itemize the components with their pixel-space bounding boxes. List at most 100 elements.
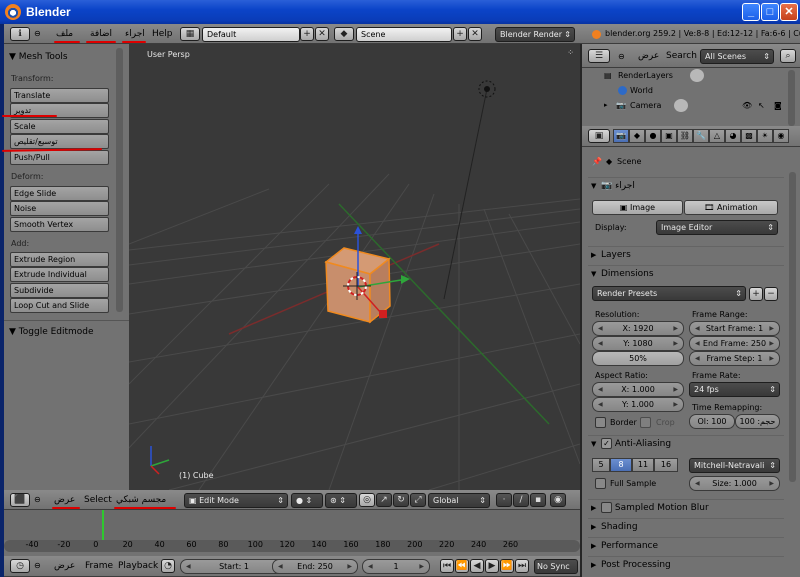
resolution-percentage-slider[interactable]: 50% — [592, 351, 684, 366]
render-presets-select[interactable]: Render Presets ⇕ — [592, 286, 746, 301]
prev-keyframe-icon[interactable]: ⏪ — [455, 559, 469, 573]
shrink-fatten-button[interactable]: توسيع/تقليص — [10, 134, 109, 149]
aa-samples-16[interactable]: 16 — [654, 458, 678, 472]
light-lamp[interactable] — [478, 80, 496, 98]
texture-tab-icon[interactable]: ▩ — [741, 129, 757, 143]
panel-layers[interactable]: ▶ Layers — [588, 246, 784, 263]
remove-preset-icon[interactable]: − — [764, 287, 778, 301]
current-frame-field[interactable]: ◀ 1 ▶ — [362, 559, 430, 574]
translate-manipulator-icon[interactable]: ↗ — [376, 493, 392, 507]
outliner-scrollbar[interactable] — [788, 70, 795, 126]
physics-tab-icon[interactable]: ◉ — [773, 129, 789, 143]
editor-type-icon[interactable]: ℹ — [10, 27, 30, 41]
menu-render[interactable]: اجراء — [125, 29, 145, 39]
editor-type-icon[interactable]: ⬛ — [10, 493, 30, 507]
collapse-menu-icon[interactable]: ⊖ — [34, 495, 41, 504]
collapse-menu-icon[interactable]: ⊖ — [618, 52, 625, 61]
preview-range-icon[interactable]: ◔ — [161, 559, 175, 573]
visibility-eye-icon[interactable]: 👁 — [742, 98, 752, 113]
remap-new-field[interactable]: حجم: 100 — [735, 414, 780, 429]
rotate-manipulator-icon[interactable]: ↻ — [393, 493, 409, 507]
panel-mesh-tools[interactable]: ▼ Mesh Tools — [9, 52, 68, 62]
manipulator-toggle-icon[interactable]: ◎ — [359, 493, 375, 507]
expand-icon[interactable]: ▸ — [604, 98, 608, 113]
end-frame-field[interactable]: ◀ End: 250 ▶ — [272, 559, 358, 574]
screen-layout-icon[interactable]: ▦ — [180, 27, 200, 41]
play-icon[interactable]: ▶ — [485, 559, 499, 573]
selectable-arrow-icon[interactable]: ↖ — [758, 98, 765, 113]
panel-toggle-editmode[interactable]: ▼ Toggle Editmode — [9, 327, 94, 337]
render-image-button[interactable]: ▣ Image — [592, 200, 683, 215]
menu-mesh[interactable]: مجسم شبكي — [116, 495, 166, 505]
start-frame-field[interactable]: ◀ Start Frame: 1 ▶ — [689, 321, 780, 336]
menu-help[interactable]: Help — [152, 29, 173, 39]
display-select[interactable]: Image Editor ⇕ — [656, 220, 778, 235]
panel-shading[interactable]: ▶ Shading — [588, 518, 784, 535]
scale-manipulator-icon[interactable]: ⤢ — [410, 493, 426, 507]
data-tab-icon[interactable]: △ — [709, 129, 725, 143]
frame-ruler[interactable]: -40 -20 0 20 40 60 80 100 120 140 160 180 200 220 240 2… — [4, 540, 580, 552]
add-preset-icon[interactable]: + — [749, 287, 763, 301]
frame-rate-select[interactable]: 24 fps ⇕ — [689, 382, 780, 397]
modifiers-tab-icon[interactable]: 🔧 — [693, 129, 709, 143]
face-select-icon[interactable]: ▪ — [530, 493, 546, 507]
3d-viewport[interactable]: User Persp ⁘ (1) Cube — [129, 44, 580, 490]
smooth-vertex-button[interactable]: Smooth Vertex — [10, 217, 109, 232]
full-sample-checkbox[interactable] — [595, 478, 606, 489]
translate-button[interactable]: Translate — [10, 88, 109, 103]
menu-add[interactable]: اضافة — [90, 29, 112, 39]
remap-old-field[interactable]: Ol: 100 — [689, 414, 735, 429]
viewport-shading-select[interactable]: ● ⇕ — [291, 493, 323, 508]
jump-start-icon[interactable]: ⏮ — [440, 559, 454, 573]
subdivide-button[interactable]: Subdivide — [10, 283, 109, 298]
panel-render[interactable]: ▼ 📷 اجراء — [588, 177, 784, 194]
sync-mode-select[interactable]: No Sync — [534, 559, 578, 574]
collapse-menu-icon[interactable]: ⊖ — [34, 29, 41, 38]
loop-cut-button[interactable]: Loop Cut and Slide — [10, 298, 109, 313]
mode-select[interactable]: ▣ Edit Mode ⇕ — [184, 493, 288, 508]
menu-frame[interactable]: Frame — [85, 561, 113, 571]
panel-anti-aliasing[interactable]: ▼ ✓ Anti-Aliasing — [588, 435, 784, 452]
end-frame-field[interactable]: ◀ End Frame: 250 ▶ — [689, 336, 780, 351]
outliner-row-renderlayers[interactable]: ▤ RenderLayers — [582, 68, 788, 83]
edge-select-icon[interactable]: / — [513, 493, 529, 507]
menu-select[interactable]: Select — [84, 495, 112, 505]
search-icon[interactable]: ⌕ — [780, 49, 796, 63]
menu-search[interactable]: Search — [666, 51, 697, 61]
render-animation-button[interactable]: 🎞 Animation — [684, 200, 778, 215]
aa-samples-5[interactable]: 5 — [592, 458, 610, 472]
outliner-row-camera[interactable]: ▸ 📷 Camera 👁 ↖ ◙ — [582, 98, 788, 113]
editor-type-icon[interactable]: ◷ — [10, 559, 30, 573]
scene-select[interactable]: Scene — [356, 27, 452, 42]
panel-performance[interactable]: ▶ Performance — [588, 537, 784, 554]
vertex-select-icon[interactable]: · — [496, 493, 512, 507]
object-tab-icon[interactable]: ▣ — [661, 129, 677, 143]
pin-icon[interactable]: 📌 — [592, 157, 602, 166]
crop-checkbox[interactable] — [640, 417, 651, 428]
outliner-row-world[interactable]: World — [582, 83, 788, 98]
edge-slide-button[interactable]: Edge Slide — [10, 186, 109, 201]
scale-button[interactable]: Scale — [10, 119, 109, 134]
next-keyframe-icon[interactable]: ⏩ — [500, 559, 514, 573]
scene-tab-icon[interactable]: ◆ — [629, 129, 645, 143]
aa-filter-select[interactable]: Mitchell-Netravali ⇕ — [689, 458, 780, 473]
menu-view[interactable]: عرض — [54, 561, 75, 571]
push-pull-button[interactable]: Push/Pull — [10, 150, 109, 165]
timeline-track[interactable] — [4, 510, 580, 540]
particles-tab-icon[interactable]: ✴ — [757, 129, 773, 143]
add-screen-icon[interactable]: + — [300, 27, 314, 41]
menu-file[interactable]: ملف — [56, 29, 73, 39]
aa-size-field[interactable]: ◀ Size: 1.000 ▶ — [689, 476, 780, 491]
orientation-select[interactable]: Global ⇕ — [428, 493, 490, 508]
world-tab-icon[interactable]: ● — [645, 129, 661, 143]
editor-type-icon[interactable]: ☰ — [588, 49, 610, 63]
anti-aliasing-checkbox[interactable]: ✓ — [601, 438, 612, 449]
editor-type-icon[interactable]: ▣ — [588, 129, 610, 143]
menu-view[interactable]: عرض — [54, 495, 75, 505]
screen-layout-select[interactable]: Default — [202, 27, 300, 42]
occlude-geometry-icon[interactable]: ◉ — [550, 493, 566, 507]
timeline[interactable]: -40 -20 0 20 40 60 80 100 120 140 160 180 200 220 240 2… — [4, 510, 580, 556]
extrude-individual-button[interactable]: Extrude Individual — [10, 267, 109, 282]
panel-dimensions[interactable]: ▼ Dimensions — [588, 265, 784, 282]
render-tab-icon[interactable]: 📷 — [613, 129, 629, 143]
